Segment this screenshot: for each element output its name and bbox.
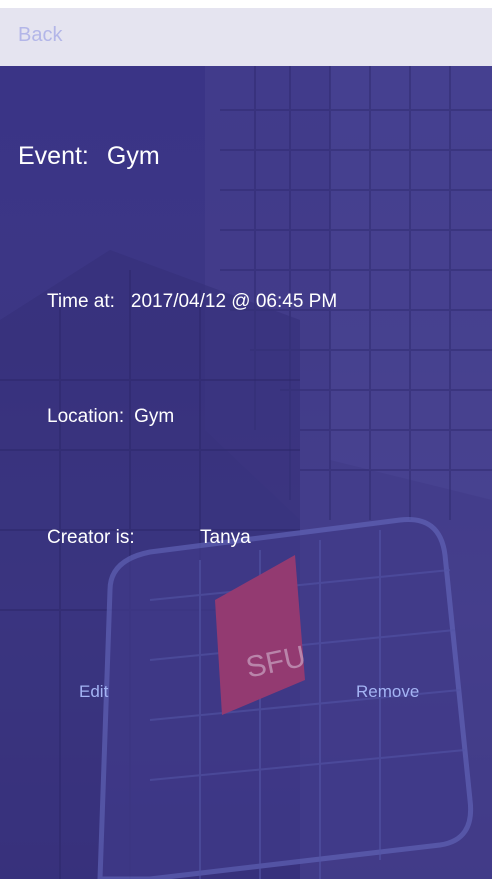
building-illustration: SFU xyxy=(0,66,492,879)
creator-label: Creator is: xyxy=(47,527,135,548)
time-value: 2017/04/12 @ 06:45 PM xyxy=(130,291,338,312)
creator-value: Tanya xyxy=(200,527,251,548)
event-label: Event: xyxy=(18,142,89,170)
building-background-image: SFU xyxy=(0,0,492,879)
location-label: Location: xyxy=(47,406,125,427)
event-detail-screen: SFU Back Event: Gym Time at: 2017/04/12 @ … xyxy=(0,0,492,879)
remove-button[interactable]: Remove xyxy=(356,682,419,702)
navigation-bar xyxy=(0,8,492,66)
back-button[interactable]: Back xyxy=(18,24,62,47)
location-row: Location: Gym xyxy=(47,406,174,428)
event-title-row: Event: Gym xyxy=(18,142,160,171)
status-bar xyxy=(0,0,492,8)
edit-button[interactable]: Edit xyxy=(79,682,108,702)
event-value: Gym xyxy=(106,142,160,170)
location-value: Gym xyxy=(134,406,175,427)
creator-row: Creator is: Tanya xyxy=(47,527,251,549)
time-row: Time at: 2017/04/12 @ 06:45 PM xyxy=(47,291,337,313)
time-label: Time at: xyxy=(47,291,115,312)
